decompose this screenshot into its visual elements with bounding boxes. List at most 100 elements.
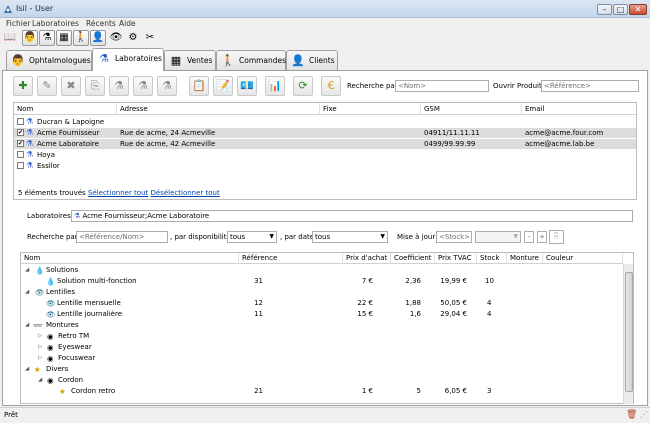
select-all-link[interactable]: Sélectionner tout — [88, 189, 148, 197]
collapsed-arrow-icon[interactable]: ▷ — [38, 353, 42, 364]
star-icon: ★ — [34, 365, 41, 374]
menu-aide[interactable]: Aide — [119, 18, 136, 30]
column-header-coefficient[interactable]: Coefficient — [391, 253, 435, 264]
tree-row[interactable]: ▷ ◉ Eyeswear — [21, 342, 621, 353]
tree-row[interactable]: ◢ 👓 Montures — [21, 320, 621, 331]
expanded-arrow-icon[interactable]: ◢ — [25, 265, 29, 276]
chart-icon[interactable]: 📊 — [265, 76, 285, 96]
dispo-select[interactable]: tous ▼ — [227, 231, 277, 243]
tree-row[interactable]: ▷ ◉ Focuswear — [21, 353, 621, 364]
edit-icon[interactable]: ✎ — [37, 76, 57, 96]
menu-laboratoires[interactable]: Laboratoires — [32, 18, 79, 30]
maximize-button[interactable]: □ — [613, 4, 628, 15]
minimize-button[interactable]: – — [597, 4, 612, 15]
row-checkbox[interactable] — [17, 151, 24, 158]
product-search-input[interactable]: <Référence/Nom> — [76, 231, 168, 243]
table-row[interactable]: ⚗ Essilor — [14, 161, 636, 171]
tab-ophtalmologues[interactable]: 👨 Ophtalmologues — [6, 50, 92, 70]
book-icon[interactable]: 📖 — [2, 30, 18, 46]
expanded-arrow-icon[interactable]: ◢ — [25, 364, 29, 375]
scrollbar-thumb[interactable] — [625, 272, 633, 392]
tree-row[interactable]: ◢ ★ Divers — [21, 364, 621, 375]
column-header-gsm[interactable]: GSM — [421, 103, 522, 115]
tree-row[interactable]: ▷ ◉ Retro TM — [21, 331, 621, 342]
date-select[interactable]: tous ▼ — [312, 231, 388, 243]
order-icon[interactable]: 📋 — [189, 76, 209, 96]
row-checkbox[interactable] — [17, 118, 24, 125]
stock-decrease-button[interactable]: - — [524, 231, 534, 243]
stock-increase-button[interactable]: + — [537, 231, 547, 243]
menu-recents[interactable]: Récents — [86, 18, 116, 30]
collapsed-arrow-icon[interactable]: ▷ — [38, 342, 42, 353]
column-header-monture[interactable]: Monture — [507, 253, 543, 264]
tree-row[interactable]: ◢ 👁 Lentilles — [21, 287, 621, 298]
tree-row[interactable]: ★ Cordon retro 21 1 € 5 6,05 € 3 — [21, 386, 621, 397]
category-name: Divers — [46, 365, 69, 373]
tab-ventes[interactable]: ▦ Ventes — [164, 50, 216, 70]
column-header-prix-tvac[interactable]: Prix TVAC — [435, 253, 477, 264]
flask-icon[interactable]: ⚗ — [39, 30, 55, 46]
price-list-icon[interactable]: 💶 — [237, 76, 257, 96]
search-input[interactable]: <Nom> — [395, 80, 489, 92]
column-header-adresse[interactable]: Adresse — [117, 103, 320, 115]
tab-clients[interactable]: 👤 Clients — [286, 50, 338, 70]
product-tvac: 29,04 € — [440, 310, 467, 318]
euro-icon[interactable]: € — [321, 76, 341, 96]
column-header-email[interactable]: Email — [522, 103, 636, 115]
row-checkbox[interactable]: ✔ — [17, 140, 24, 147]
column-header-stock[interactable]: Stock — [477, 253, 507, 264]
title-bar[interactable]: Isil - User – □ ✕ — [0, 0, 650, 18]
column-header-couleur[interactable]: Couleur — [543, 253, 623, 264]
copy-icon[interactable]: ⎘ — [85, 76, 105, 96]
eye-icon[interactable]: 👁 — [108, 30, 124, 46]
column-header-prix-achat[interactable]: Prix d'achat — [343, 253, 391, 264]
table-row[interactable]: ✔ ⚗ Acme Laboratoire Rue de acme, 42 Acm… — [14, 139, 636, 149]
gears-icon[interactable]: ⚙ — [125, 30, 141, 46]
add-icon[interactable]: ✚ — [13, 76, 33, 96]
expanded-arrow-icon[interactable]: ◢ — [25, 287, 29, 298]
column-header-nom[interactable]: Nom — [14, 103, 117, 115]
doctor-icon[interactable]: 👨 — [22, 30, 38, 46]
row-checkbox[interactable] — [17, 162, 24, 169]
close-button[interactable]: ✕ — [629, 4, 647, 15]
tree-row[interactable]: ◢ ◉ Cordon — [21, 375, 621, 386]
row-checkbox[interactable]: ✔ — [17, 129, 24, 136]
tree-row[interactable]: 👁 Lentille journalière 11 15 € 1,6 29,04… — [21, 309, 621, 320]
cash-register-icon[interactable]: ▦ — [56, 30, 72, 46]
delivery-person-icon[interactable]: 🚶 — [73, 30, 89, 46]
column-header-nom[interactable]: Nom — [21, 253, 239, 264]
product-remove-icon[interactable]: ⚗ — [157, 76, 177, 96]
stock-input[interactable]: <Stock> — [436, 231, 472, 243]
table-row[interactable]: ⚗ Hoya — [14, 150, 636, 160]
collapsed-arrow-icon[interactable]: ▷ — [38, 331, 42, 342]
open-product-input[interactable]: <Référence> — [541, 80, 639, 92]
vertical-scrollbar[interactable] — [623, 264, 633, 404]
product-prix: 7 € — [361, 277, 373, 285]
tools-icon[interactable]: ✂ — [142, 30, 158, 46]
expanded-arrow-icon[interactable]: ◢ — [25, 320, 29, 331]
table-row[interactable]: ⚗ Ducran & Lapoigne — [14, 117, 636, 127]
delete-icon[interactable]: ✖ — [61, 76, 81, 96]
product-edit-icon[interactable]: ⚗ — [133, 76, 153, 96]
refresh-icon[interactable]: ⟳ — [293, 76, 313, 96]
resize-grip-icon[interactable]: ⋰ — [640, 410, 648, 419]
column-header-fixe[interactable]: Fixe — [320, 103, 421, 115]
tree-row[interactable]: 👁 Lentille mensuelle 12 22 € 1,88 50,05 … — [21, 298, 621, 309]
table-row[interactable]: ✔ ⚗ Acme Fournisseur Rue de acme, 24 Acm… — [14, 128, 636, 138]
order-edit-icon[interactable]: 📝 — [213, 76, 233, 96]
stock-select[interactable]: ▼ — [475, 231, 521, 243]
results-count: 5 éléments trouvés Sélectionner tout Dés… — [18, 188, 220, 199]
stock-apply-icon[interactable]: ⎘ — [549, 230, 564, 244]
gc-trash-icon[interactable]: 🗑 — [626, 410, 637, 420]
product-add-icon[interactable]: ⚗ — [109, 76, 129, 96]
tree-row[interactable]: 💧 Solution multi-fonction 31 7 € 2,36 19… — [21, 276, 621, 287]
column-header-reference[interactable]: Référence — [239, 253, 343, 264]
menu-fichier[interactable]: Fichier — [6, 18, 31, 30]
client-icon[interactable]: 👤 — [90, 30, 106, 46]
deselect-all-link[interactable]: Désélectionner tout — [151, 189, 220, 197]
labs-filter-field[interactable]: ⚗ Acme Fournisseur;Acme Laboratoire — [71, 210, 633, 222]
expanded-arrow-icon[interactable]: ◢ — [38, 375, 42, 386]
tab-commandes[interactable]: 🚶 Commandes — [216, 50, 286, 70]
tab-laboratoires[interactable]: ⚗ Laboratoires — [92, 48, 164, 71]
tree-row[interactable]: ◢ 💧 Solutions — [21, 265, 621, 276]
